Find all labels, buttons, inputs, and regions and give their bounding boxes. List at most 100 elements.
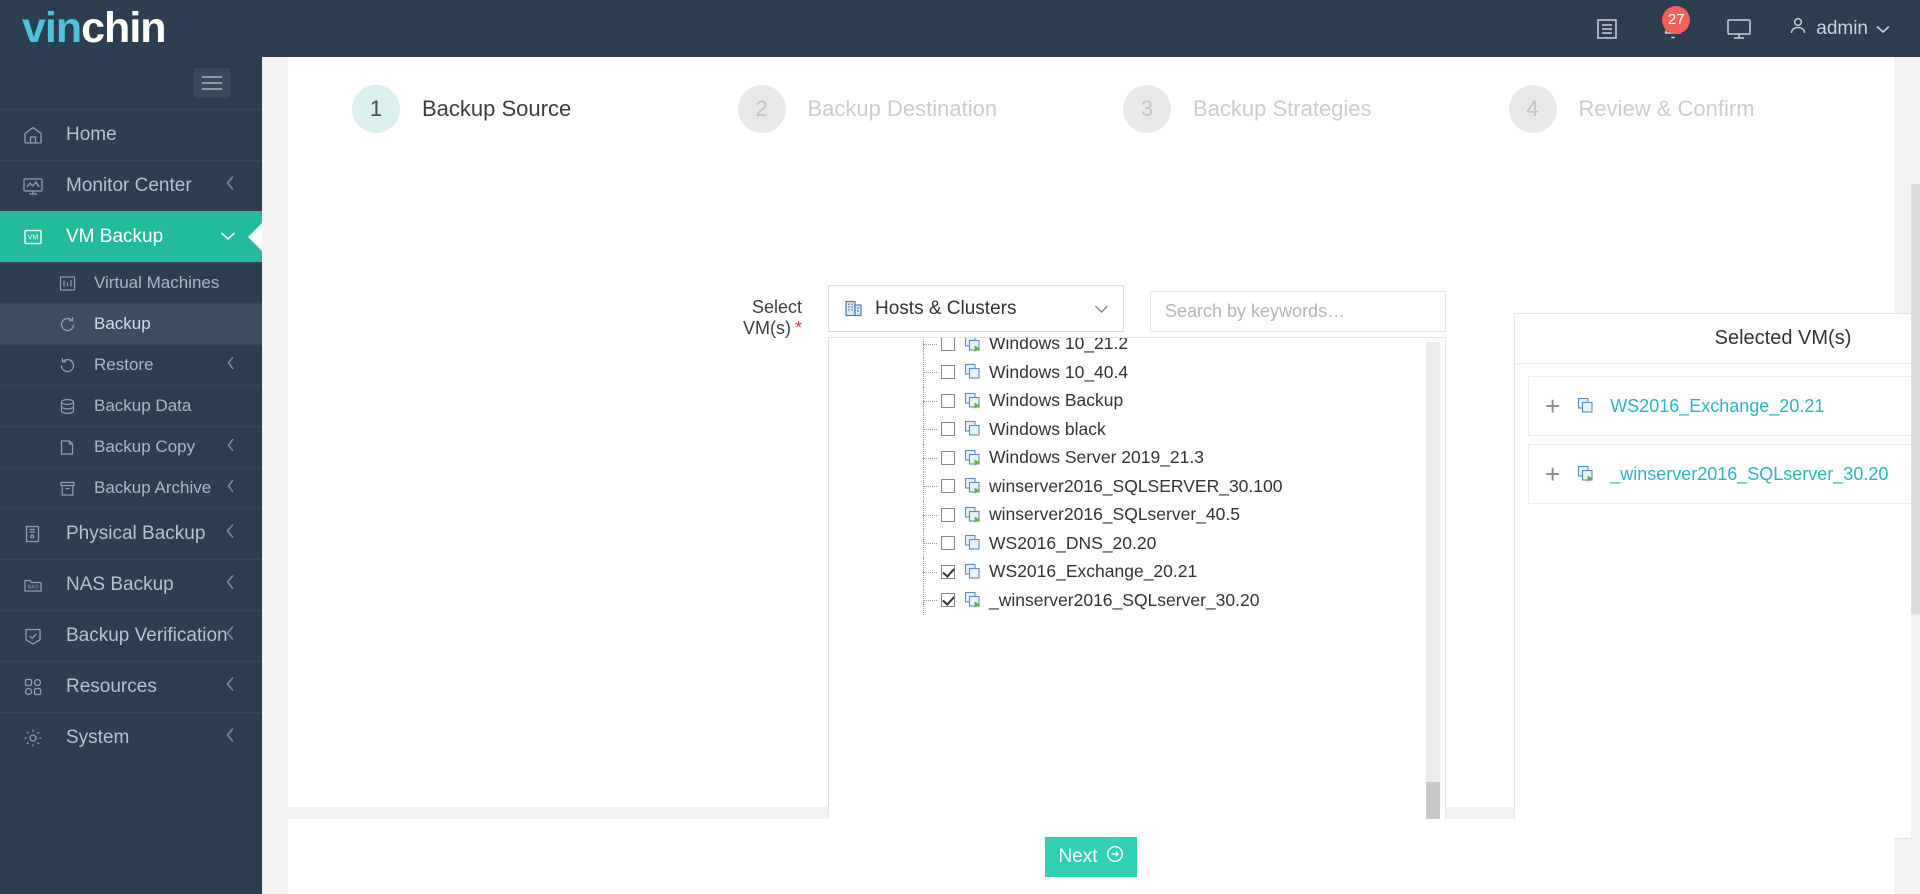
vm-name: WS2016_DNS_20.20 [989,532,1157,553]
page-scrollbar[interactable] [1911,114,1920,894]
scope-select[interactable]: Hosts & Clusters [828,285,1124,332]
selected-vm-name[interactable]: _winserver2016_SQLserver_30.20 [1610,464,1888,485]
vm-tree-row[interactable]: WS2016_Exchange_20.21 [829,557,1429,586]
vm-stopped-icon [963,362,983,382]
sidebar-item-nas-backup[interactable]: NAS NAS Backup [0,559,262,610]
search-input[interactable] [1150,291,1446,332]
user-label: admin [1816,17,1868,39]
backup-source-form: Select VM(s) * Hosts & Clusters Search b… [288,161,1920,839]
step-backup-strategies[interactable]: 3 Backup Strategies [1123,84,1509,133]
sidebar-item-resources[interactable]: Resources [0,661,262,712]
vm-tree-row[interactable]: Windows Backup [829,386,1429,415]
vm-name: Windows Backup [989,390,1124,411]
vm-checkbox[interactable] [941,338,955,351]
sidebar-item-physical-backup[interactable]: Physical Backup [0,508,262,559]
step-backup-source[interactable]: 1 Backup Source [352,84,738,133]
vm-tree[interactable]: Vinchin_40.6Vinchin_6.0Vinchin_offsite 7… [828,337,1446,839]
home-icon [22,124,52,146]
wizard-stepper: 1 Backup Source 2 Backup Destination 3 B… [288,57,1894,161]
monitor-icon[interactable] [1722,12,1756,46]
vm-checkbox[interactable] [941,365,955,380]
vm-stopped-icon [1576,396,1596,416]
vm-tree-row[interactable]: Windows Server 2019_21.3 [829,443,1429,472]
vm-tree-row[interactable]: Windows 10_21.2 [829,338,1429,358]
selected-vms-list: +WS2016_Exchange_20.21×+_winserver2016_S… [1515,364,1920,504]
step-backup-destination[interactable]: 2 Backup Destination [737,84,1124,133]
vm-running-icon [963,391,983,411]
vm-tree-row[interactable]: Windows black [829,415,1429,444]
vm-tree-row[interactable]: _winserver2016_SQLserver_30.20 [829,586,1429,615]
copy-icon [58,438,84,457]
page-scrollbar-thumb[interactable] [1911,184,1920,614]
arrow-right-circle-icon [1106,845,1124,869]
select-vms-label-text: Select VM(s) [742,297,802,338]
vm-checkbox[interactable] [941,393,955,408]
step-number: 2 [737,84,786,133]
vm-running-icon [963,338,983,354]
hamburger-icon[interactable] [194,68,230,98]
sidebar-item-backup-verification[interactable]: Backup Verification [0,610,262,661]
building-icon [843,298,864,319]
step-review-confirm[interactable]: 4 Review & Confirm [1508,84,1895,133]
sidebar-item-restore[interactable]: Restore [0,344,262,385]
plus-icon[interactable]: + [1545,461,1560,487]
list-icon[interactable] [1590,12,1624,46]
vm-tree-scrollbar[interactable] [1426,342,1440,834]
vm-icon: VM [22,226,52,248]
vm-tree-row[interactable]: Windows 10_40.4 [829,358,1429,387]
chevron-left-icon [225,727,236,749]
vm-tree-row[interactable]: WS2016_DNS_20.20 [829,529,1429,558]
sidebar-item-system[interactable]: System [0,712,262,763]
wizard-panel: 1 Backup Source 2 Backup Destination 3 B… [288,57,1920,839]
next-button[interactable]: Next [1045,836,1137,877]
plus-icon[interactable]: + [1545,393,1560,419]
step-label: Review & Confirm [1578,95,1755,121]
sidebar-item-label: System [66,727,130,748]
vm-checkbox[interactable] [941,450,955,465]
vm-name: winserver2016_SQLSERVER_30.100 [989,475,1283,496]
vm-checkbox[interactable] [941,593,955,608]
vm-checkbox[interactable] [941,536,955,551]
logo-suffix: chin [81,4,166,52]
monitor-chart-icon [22,175,52,197]
vm-running-icon [963,448,983,468]
vm-tree-row[interactable]: winserver2016_SQLSERVER_30.100 [829,472,1429,501]
sidebar-item-virtual-machines[interactable]: Virtual Machines [0,262,262,303]
sidebar-item-backup-copy[interactable]: Backup Copy [0,426,262,467]
sidebar-item-label: Virtual Machines [94,273,220,292]
vm-checkbox[interactable] [941,507,955,522]
user-menu[interactable]: admin [1788,16,1890,42]
vm-running-icon [1576,464,1596,484]
selected-vm-item: +WS2016_Exchange_20.21× [1528,376,1920,436]
refresh-ccw-icon [58,356,84,375]
bell-icon[interactable]: 27 [1656,5,1691,46]
sidebar-item-monitor-center[interactable]: Monitor Center [0,160,262,211]
vm-checkbox[interactable] [941,564,955,579]
tree-guide-dash [923,372,937,374]
sidebar-item-label: Home [66,124,117,145]
sidebar-item-label: Monitor Center [66,175,192,196]
step-number: 4 [1508,84,1557,133]
sidebar-item-label: Resources [66,676,157,697]
vm-checkbox[interactable] [941,479,955,494]
tree-guide-dash [923,457,937,459]
vm-name: Windows 10_40.4 [989,361,1129,382]
sidebar-collapse-row [0,57,262,109]
sidebar-item-vm-backup[interactable]: VM VM Backup [0,211,262,262]
sidebar-item-backup-archive[interactable]: Backup Archive [0,467,262,508]
tree-guide-line [923,338,924,358]
vm-name: winserver2016_SQLserver_40.5 [989,504,1240,525]
sidebar-item-label: Restore [94,355,154,374]
chevron-left-icon [226,355,236,375]
vm-checkbox[interactable] [941,422,955,437]
sidebar-item-backup[interactable]: Backup [0,303,262,344]
select-vms-label: Select VM(s) * [692,297,802,339]
sidebar-item-backup-data[interactable]: Backup Data [0,385,262,426]
vm-running-icon [963,590,983,610]
sidebar-item-home[interactable]: Home [0,109,262,160]
vm-tree-row[interactable]: winserver2016_SQLserver_40.5 [829,500,1429,529]
selected-vm-name[interactable]: WS2016_Exchange_20.21 [1610,396,1824,417]
vm-running-icon [963,505,983,525]
app-logo[interactable]: vin chin [0,0,262,57]
server-icon [22,523,52,545]
